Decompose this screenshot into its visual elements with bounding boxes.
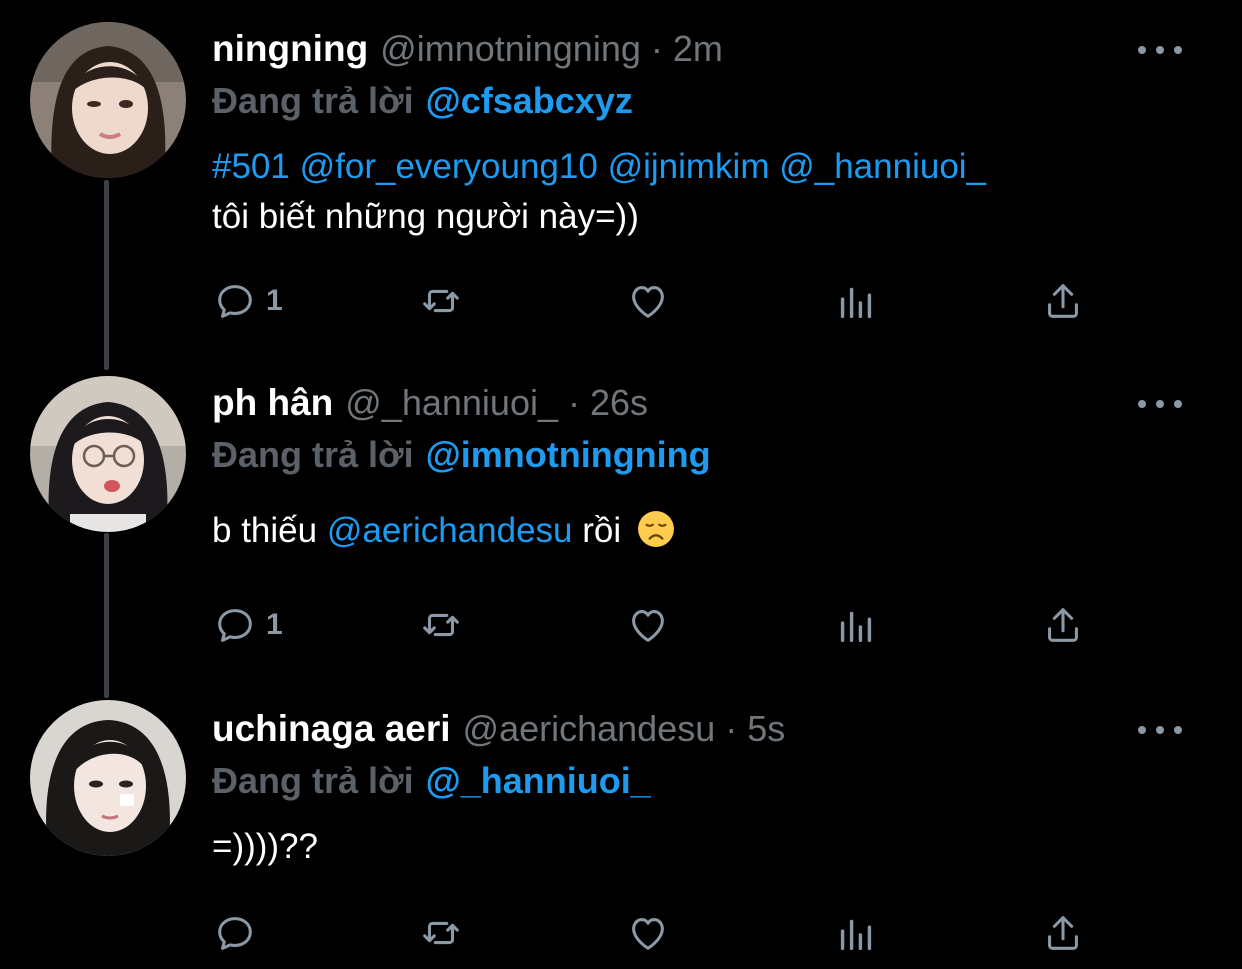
retweet-button[interactable] [418,276,464,326]
user-handle[interactable]: @aerichandesu [463,708,716,750]
tweet-header: uchinaga aeri @aerichandesu · 5s [212,708,785,758]
separator: · [650,28,663,69]
analytics-icon [840,611,872,643]
tweet-ningning[interactable]: ningning @imnotningning · 2m Đang trả lờ… [0,0,1242,360]
replying-to-label: Đang trả lời [212,80,414,121]
like-button[interactable] [625,276,671,326]
tweet-text: b thiếu @aerichandesu rồi [212,506,675,556]
tweet-uchinaga-aeri[interactable]: uchinaga aeri @aerichandesu · 5s Đang tr… [0,690,1242,969]
like-icon [632,610,664,642]
reply-button[interactable]: 1 [212,600,283,650]
retweet-icon [423,613,459,637]
action-bar [212,908,1112,958]
reply-icon [218,917,252,950]
replying-to: Đang trả lời @imnotningning [212,434,711,476]
reply-target-mention[interactable]: @_hanniuoi_ [426,760,651,801]
separator: · [725,708,738,749]
analytics-icon [840,287,872,319]
hashtag[interactable]: #501 [212,147,290,186]
avatar[interactable] [30,22,186,178]
like-icon [632,286,664,318]
tweet-text-line: =))))?? [212,827,318,866]
mention[interactable]: @for_everyoung10 [300,147,598,186]
avatar[interactable] [30,376,186,532]
more-options-icon[interactable] [1138,40,1182,60]
analytics-button[interactable] [833,908,879,958]
replying-to: Đang trả lời @_hanniuoi_ [212,760,651,802]
retweet-button[interactable] [418,908,464,958]
reply-count: 1 [266,284,283,317]
tweet-text-line: tôi biết những người này=)) [212,197,639,236]
share-button[interactable] [1040,908,1086,958]
disappointed-face-emoji [637,511,674,547]
share-button[interactable] [1040,600,1086,650]
avatar[interactable] [30,700,186,856]
reply-count: 1 [266,608,283,641]
action-bar: 1 [212,276,1112,326]
replying-to-label: Đang trả lời [212,760,414,801]
share-icon [1048,608,1078,642]
reply-icon [218,609,252,642]
analytics-button[interactable] [833,276,879,326]
reply-icon [218,285,252,318]
tweet-text: #501 @for_everyoung10 @ijnimkim @_hanniu… [212,142,986,242]
timestamp[interactable]: 5s [747,708,785,750]
tweet-text: =))))?? [212,822,318,872]
analytics-icon [840,919,872,951]
action-bar: 1 [212,600,1112,650]
tweet-text-segment: b thiếu [212,511,318,550]
tweet-ph-han[interactable]: ph hân @_hanniuoi_ · 26s Đang trả lời @im… [0,360,1242,690]
display-name[interactable]: ningning [212,28,368,70]
reply-button[interactable] [212,908,266,958]
share-icon [1048,916,1078,950]
mention[interactable]: @ijnimkim [608,147,770,186]
replying-to: Đang trả lời @cfsabcxyz [212,80,633,122]
replying-to-label: Đang trả lời [212,434,414,475]
retweet-icon [423,289,459,313]
tweet-text-segment: rồi [582,511,622,550]
reply-target-mention[interactable]: @imnotningning [426,434,711,475]
separator: · [567,382,580,423]
timestamp[interactable]: 2m [673,28,723,70]
like-icon [632,918,664,950]
like-button[interactable] [625,600,671,650]
tweet-header: ningning @imnotningning · 2m [212,28,723,78]
more-options-icon[interactable] [1138,720,1182,740]
analytics-button[interactable] [833,600,879,650]
user-handle[interactable]: @_hanniuoi_ [345,382,558,424]
share-icon [1048,284,1078,318]
retweet-icon [423,921,459,945]
share-button[interactable] [1040,276,1086,326]
display-name[interactable]: ph hân [212,382,333,424]
tweet-header: ph hân @_hanniuoi_ · 26s [212,382,648,432]
user-handle[interactable]: @imnotningning [380,28,641,70]
reply-button[interactable]: 1 [212,276,283,326]
retweet-button[interactable] [418,600,464,650]
like-button[interactable] [625,908,671,958]
mention[interactable]: @aerichandesu [327,511,573,550]
mention[interactable]: @_hanniuoi_ [779,147,986,186]
display-name[interactable]: uchinaga aeri [212,708,451,750]
timestamp[interactable]: 26s [590,382,648,424]
reply-target-mention[interactable]: @cfsabcxyz [426,80,633,121]
more-options-icon[interactable] [1138,394,1182,414]
tweet-text-line: #501 @for_everyoung10 @ijnimkim @_hanniu… [212,142,986,192]
